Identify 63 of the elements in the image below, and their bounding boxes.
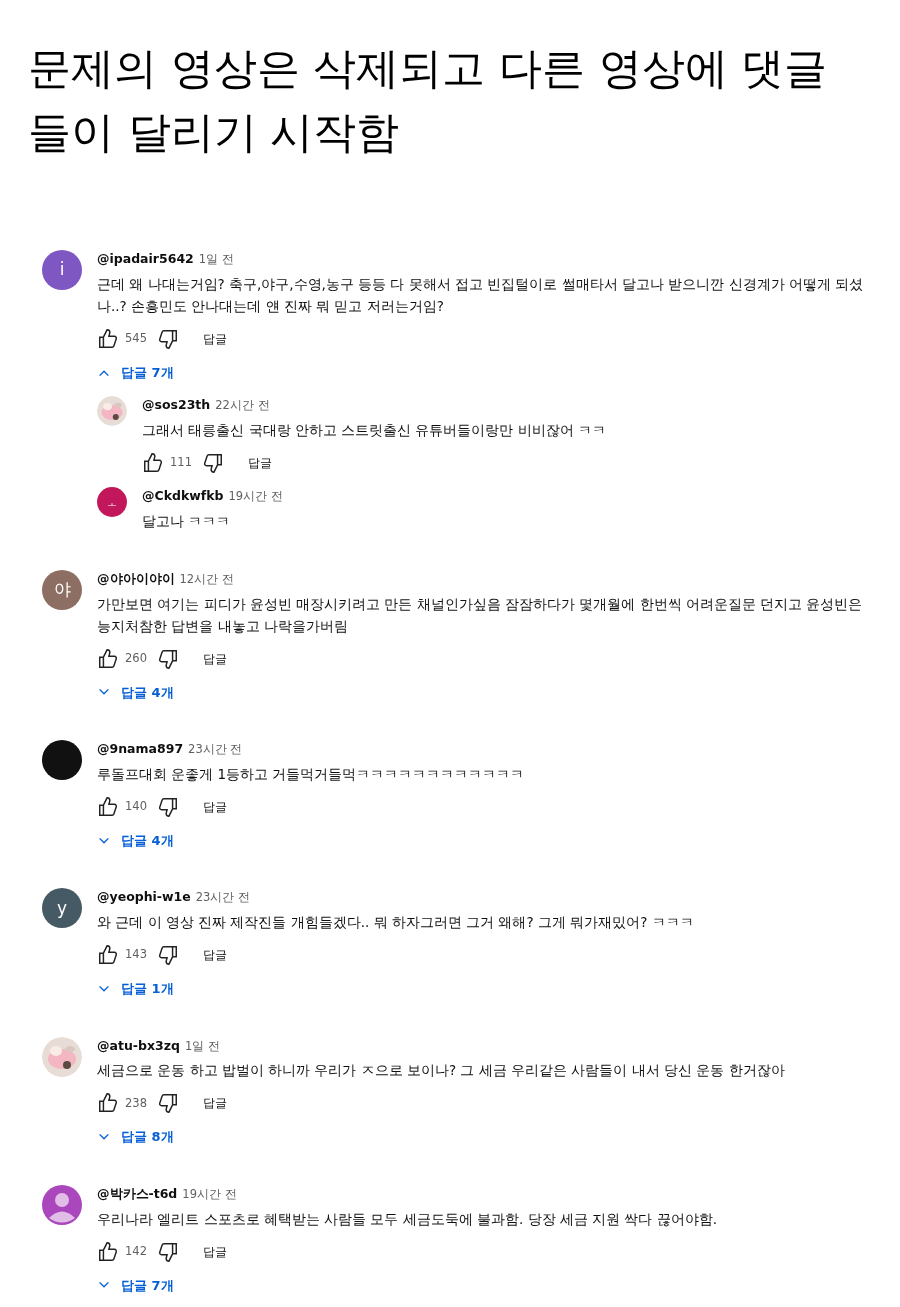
like-icon[interactable] bbox=[97, 1092, 119, 1115]
comment-time: 23시간 전 bbox=[195, 889, 251, 907]
comment-time: 1일 전 bbox=[198, 251, 234, 268]
like-count: 545 bbox=[125, 330, 147, 348]
comment-author[interactable]: @박카스-t6d bbox=[97, 1184, 178, 1204]
comment-author[interactable]: @atu-bx3zq bbox=[97, 1036, 180, 1056]
dislike-icon[interactable] bbox=[156, 1240, 179, 1263]
like-icon[interactable] bbox=[142, 452, 164, 474]
dislike-icon[interactable] bbox=[201, 452, 224, 474]
comment-text: 와 근데 이 영상 진짜 제작진들 개힘들겠다.. 뭐 하자그러면 그거 왜해? 그게 뭐가재밌어? ㅋㅋㅋ bbox=[97, 913, 695, 932]
replies-toggle[interactable]: 답글 4개 bbox=[97, 830, 174, 851]
comment-time: 23시간 전 bbox=[188, 741, 243, 758]
avatar: 야 bbox=[42, 569, 82, 610]
caption: 문제의 영상은 삭제되고 다른 영상에 댓글들이 달리기 시작함 bbox=[27, 42, 829, 159]
avatar: y bbox=[42, 888, 82, 929]
like-count: 238 bbox=[125, 1094, 147, 1112]
avatar: i bbox=[42, 250, 82, 290]
like-icon[interactable] bbox=[97, 327, 119, 350]
replies-toggle[interactable]: 답글 1개 bbox=[97, 979, 174, 999]
comment-time: 19시간 전 bbox=[228, 488, 283, 505]
reply-button[interactable]: 답글 bbox=[247, 454, 272, 472]
comment-author[interactable]: @yeophi-w1e bbox=[97, 888, 191, 907]
comment-author[interactable]: @9nama897 bbox=[97, 740, 184, 759]
avatar: ㅗ bbox=[97, 487, 127, 517]
comment-author[interactable]: @sos23th bbox=[142, 396, 211, 415]
reply-button[interactable]: 답글 bbox=[202, 797, 227, 816]
dislike-icon[interactable] bbox=[156, 944, 179, 966]
like-count: 111 bbox=[170, 454, 192, 472]
dislike-icon[interactable] bbox=[156, 1092, 179, 1115]
comment-author[interactable]: @Ckdkwfkb bbox=[142, 487, 224, 506]
comment-text: 가만보면 여기는 피디가 윤성빈 매장시키려고 만든 채널인가싶음 잠잠하다가 몇개월에 한번씩 어려운질문 던지고 윤성빈은 능지처참한 답변을 내놓고 나락을가버림 bbox=[97, 594, 864, 636]
dislike-icon[interactable] bbox=[156, 327, 179, 350]
like-count: 142 bbox=[125, 1242, 147, 1260]
comment-text: 루돌프대회 운좋게 1등하고 거들먹거들먹ㅋㅋㅋㅋㅋㅋㅋㅋㅋㅋㅋㅋ bbox=[97, 764, 526, 784]
reply-button[interactable]: 답글 bbox=[202, 1242, 227, 1261]
like-icon[interactable] bbox=[97, 795, 119, 818]
like-count: 260 bbox=[125, 649, 147, 667]
dislike-icon[interactable] bbox=[156, 647, 179, 670]
dislike-icon[interactable] bbox=[156, 795, 179, 818]
reply-button[interactable]: 답글 bbox=[202, 329, 227, 348]
replies-toggle[interactable]: 답글 4개 bbox=[97, 682, 174, 702]
like-count: 143 bbox=[125, 946, 147, 964]
comment-time: 1일 전 bbox=[184, 1037, 220, 1055]
comment-text: 근데 왜 나대는거임? 축구,야구,수영,농구 등등 다 못해서 접고 빈집털이로 썰매타서 달고나 받으니깐 신경계가 어떻게 되셨나..? 손흥민도 안나대는데 얜 진짜 뭐 믿고 저러는거임? bbox=[97, 274, 865, 316]
comment-text: 그래서 태릉출신 국대랑 안하고 스트릿출신 유튜버들이랑만 비비잖어 ㅋㅋ bbox=[142, 421, 608, 440]
reply-button[interactable]: 답글 bbox=[202, 946, 227, 964]
like-icon[interactable] bbox=[97, 647, 119, 670]
reply-button[interactable]: 답글 bbox=[202, 1094, 227, 1113]
comment-text: 달고나 ㅋㅋㅋ bbox=[142, 511, 232, 531]
comment-time: 19시간 전 bbox=[182, 1185, 237, 1203]
replies-toggle[interactable]: 답글 8개 bbox=[97, 1127, 174, 1147]
like-count: 140 bbox=[125, 798, 147, 816]
comment-time: 12시간 전 bbox=[179, 570, 234, 588]
comment-text: 세금으로 운동 하고 밥벌이 하니까 우리가 ㅈ으로 보이나? 그 세금 우리같은 사람들이 내서 당신 운동 한거잖아 bbox=[97, 1061, 786, 1081]
like-icon[interactable] bbox=[97, 1240, 119, 1263]
comment-time: 22시간 전 bbox=[215, 397, 270, 415]
replies-toggle[interactable]: 답글 7개 bbox=[97, 1275, 174, 1295]
comment-author[interactable]: @ipadair5642 bbox=[97, 250, 194, 269]
comment-author[interactable]: @야아이야이 bbox=[97, 569, 175, 589]
like-icon[interactable] bbox=[97, 944, 119, 966]
replies-toggle[interactable]: 답글 7개 bbox=[97, 362, 174, 383]
comment-text: 우리나라 엘리트 스포츠로 혜택받는 사람들 모두 세금도둑에 불과함. 당장 세금 지원 싹다 끊어야함. bbox=[97, 1209, 719, 1229]
reply-button[interactable]: 답글 bbox=[202, 649, 227, 668]
